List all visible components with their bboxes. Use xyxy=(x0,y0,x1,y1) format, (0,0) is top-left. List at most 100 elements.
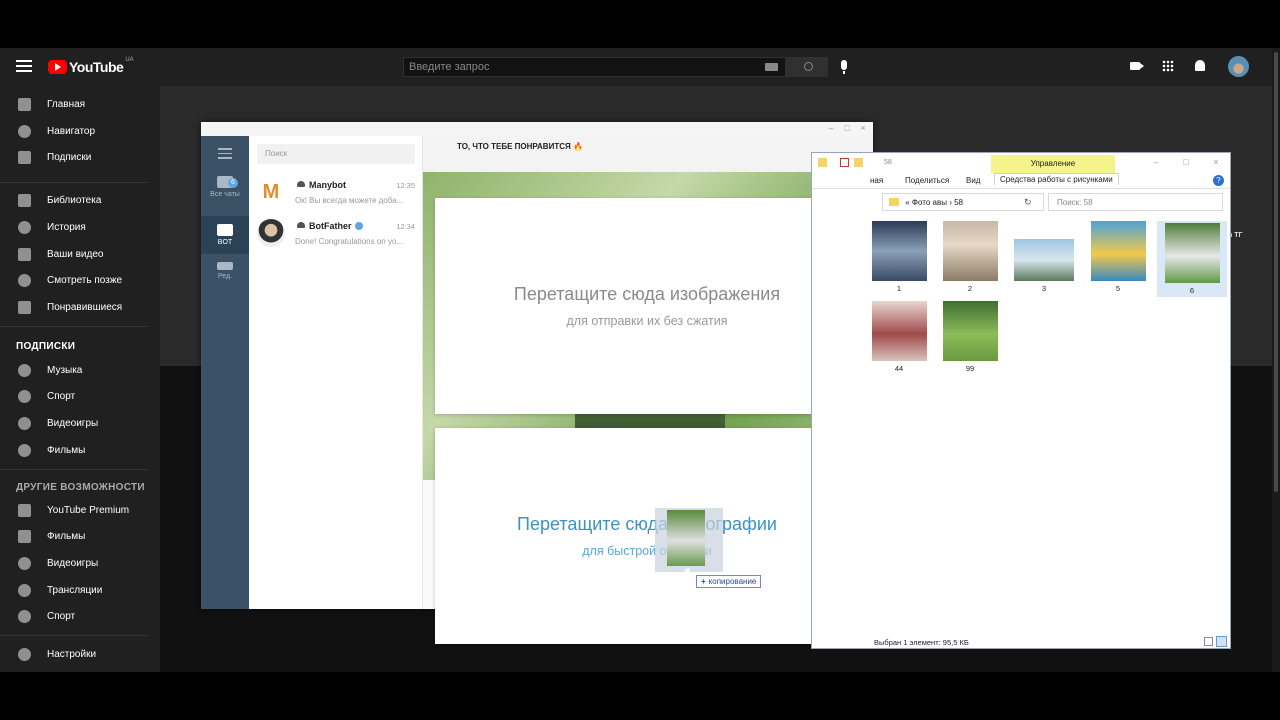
file-thumbnail[interactable]: 44 xyxy=(868,301,930,373)
breadcrumb-item[interactable]: Фото авы xyxy=(912,198,947,207)
minimize-icon[interactable]: – xyxy=(827,124,835,133)
chat-search-input[interactable]: Поиск xyxy=(257,144,415,164)
folder-label: Все чаты xyxy=(210,191,240,198)
file-thumbnail[interactable]: 5 xyxy=(1087,221,1149,293)
details-view-icon[interactable] xyxy=(1204,637,1213,646)
explorer-search-input[interactable]: Поиск: 58 xyxy=(1048,193,1223,211)
scrollbar-thumb[interactable] xyxy=(1274,52,1278,492)
address-bar[interactable]: « Фото авы › 58 xyxy=(882,193,1044,211)
library-icon xyxy=(18,193,31,207)
folder-icon[interactable] xyxy=(818,158,827,167)
sidebar-item-sport[interactable]: Спорт xyxy=(0,383,160,409)
sport-icon xyxy=(18,609,31,623)
sidebar-item-watch-later[interactable]: Смотреть позже xyxy=(0,267,160,293)
menu-icon[interactable] xyxy=(218,148,232,159)
drop-zone-photos[interactable]: Перетащите сюда фотографии для быстрой о… xyxy=(435,428,859,644)
movies-icon xyxy=(18,529,31,543)
navigation-pane xyxy=(812,215,874,635)
youtube-sidebar: Главная Навигатор Подписки Библиотека Ис… xyxy=(0,86,160,672)
drop-zone-files[interactable]: Перетащите сюда изображения для отправки… xyxy=(435,198,859,414)
unread-badge: 6 xyxy=(228,178,238,188)
search-button[interactable] xyxy=(786,57,828,77)
address-separator: « xyxy=(905,198,910,207)
sidebar-item-library[interactable]: Библиотека xyxy=(0,187,160,213)
gaming-icon xyxy=(18,556,31,570)
sliders-icon xyxy=(217,262,233,270)
sidebar-item-sports[interactable]: Спорт xyxy=(0,603,160,629)
chat-item-manybot[interactable]: M Manybot 12:35 Ок! Вы всегда можете доб… xyxy=(249,172,423,212)
page-scrollbar[interactable] xyxy=(1272,48,1280,672)
menu-icon[interactable] xyxy=(16,60,32,72)
copy-tooltip-label: копирование xyxy=(708,577,757,586)
file-name: 2 xyxy=(967,284,973,293)
sidebar-item-home[interactable]: Главная xyxy=(0,91,160,117)
chat-avatar: M xyxy=(262,181,280,203)
refresh-icon[interactable]: ↻ xyxy=(1024,197,1032,208)
explorer-ribbon: ная Поделиться Вид Средства работы с рис… xyxy=(812,173,1230,189)
window-title: 58 xyxy=(884,159,892,166)
folder-label: Ред. xyxy=(217,273,233,280)
sidebar-item-premium[interactable]: YouTube Premium xyxy=(0,497,160,523)
folder-icon xyxy=(889,198,899,206)
bot-icon xyxy=(297,181,305,187)
minimize-icon[interactable]: – xyxy=(1152,158,1160,167)
file-explorer-window: 58 Управление – □ × ная Поделиться Вид С… xyxy=(811,152,1231,649)
sidebar-item-films[interactable]: Фильмы xyxy=(0,523,160,549)
sidebar-item-videogames[interactable]: Видеоигры xyxy=(0,550,160,576)
new-folder-icon[interactable] xyxy=(854,158,863,167)
bot-icon xyxy=(297,222,305,228)
file-thumbnail[interactable]: 2 xyxy=(939,221,1001,293)
sidebar-item-live[interactable]: Трансляции xyxy=(0,577,160,603)
large-icons-view-icon[interactable] xyxy=(1216,636,1227,647)
properties-icon[interactable] xyxy=(840,158,849,167)
tab-home[interactable]: ная xyxy=(870,176,883,185)
drag-preview-image xyxy=(667,510,705,566)
folder-edit[interactable]: Ред. xyxy=(201,262,249,292)
file-thumbnail-selected[interactable]: 6 xyxy=(1157,221,1227,297)
thumbnail-image xyxy=(871,301,927,361)
breadcrumb-item[interactable]: 58 xyxy=(954,198,963,207)
maximize-icon[interactable]: □ xyxy=(843,124,851,133)
file-thumbnail[interactable]: 1 xyxy=(868,221,930,293)
tab-picture-tools[interactable]: Средства работы с рисунками xyxy=(994,173,1119,185)
chat-title[interactable]: ТО, ЧТО ТЕБЕ ПОНРАВИТСЯ 🔥 xyxy=(457,142,583,151)
sidebar-item-explore[interactable]: Навигатор xyxy=(0,118,160,144)
tab-view[interactable]: Вид xyxy=(966,176,980,185)
apps-grid-icon[interactable] xyxy=(1162,60,1174,72)
search-input[interactable]: Введите запрос xyxy=(403,57,786,77)
user-avatar[interactable] xyxy=(1228,56,1249,77)
file-name: 44 xyxy=(894,364,904,373)
close-icon[interactable]: × xyxy=(1212,158,1220,167)
notifications-bell-icon[interactable] xyxy=(1195,60,1205,71)
sidebar-item-movies[interactable]: Фильмы xyxy=(0,437,160,463)
sidebar-item-liked[interactable]: Понравившиеся xyxy=(0,294,160,320)
sidebar-item-music[interactable]: Музыка xyxy=(0,357,160,383)
microphone-icon[interactable] xyxy=(841,60,847,74)
music-icon xyxy=(18,363,31,377)
maximize-icon[interactable]: □ xyxy=(1182,158,1190,167)
sidebar-item-subscriptions[interactable]: Подписки xyxy=(0,144,160,170)
sidebar-item-history[interactable]: История xyxy=(0,214,160,240)
sidebar-divider xyxy=(0,635,148,636)
file-thumbnail[interactable]: 99 xyxy=(939,301,1001,373)
tab-manage[interactable]: Управление xyxy=(991,155,1115,173)
sidebar-item-gaming[interactable]: Видеоигры xyxy=(0,410,160,436)
folder-all-chats[interactable]: Все чаты 6 xyxy=(201,176,249,210)
screen-frame: в ТГ YouTube UA Введите запрос Главная Н… xyxy=(0,48,1280,672)
help-icon[interactable]: ? xyxy=(1213,175,1224,186)
tab-share[interactable]: Поделиться xyxy=(905,176,949,185)
gear-icon xyxy=(18,647,31,661)
chat-preview: Ок! Вы всегда можете доба... xyxy=(295,196,404,205)
create-video-icon[interactable] xyxy=(1130,62,1144,70)
letterbox-bottom xyxy=(0,672,1280,720)
sidebar-item-your-videos[interactable]: Ваши видео xyxy=(0,241,160,267)
chat-avatar xyxy=(257,219,285,247)
chat-item-botfather[interactable]: BotFather 12:34 Done! Congratulations on… xyxy=(249,213,423,253)
live-icon xyxy=(18,583,31,597)
youtube-logo[interactable]: YouTube UA xyxy=(48,57,134,75)
file-thumbnail[interactable]: 3 xyxy=(1013,221,1075,293)
close-icon[interactable]: × xyxy=(859,124,867,133)
sidebar-item-settings[interactable]: Настройки xyxy=(0,641,160,667)
keyboard-icon[interactable] xyxy=(765,63,778,71)
folder-bot[interactable]: BOT xyxy=(201,216,249,254)
